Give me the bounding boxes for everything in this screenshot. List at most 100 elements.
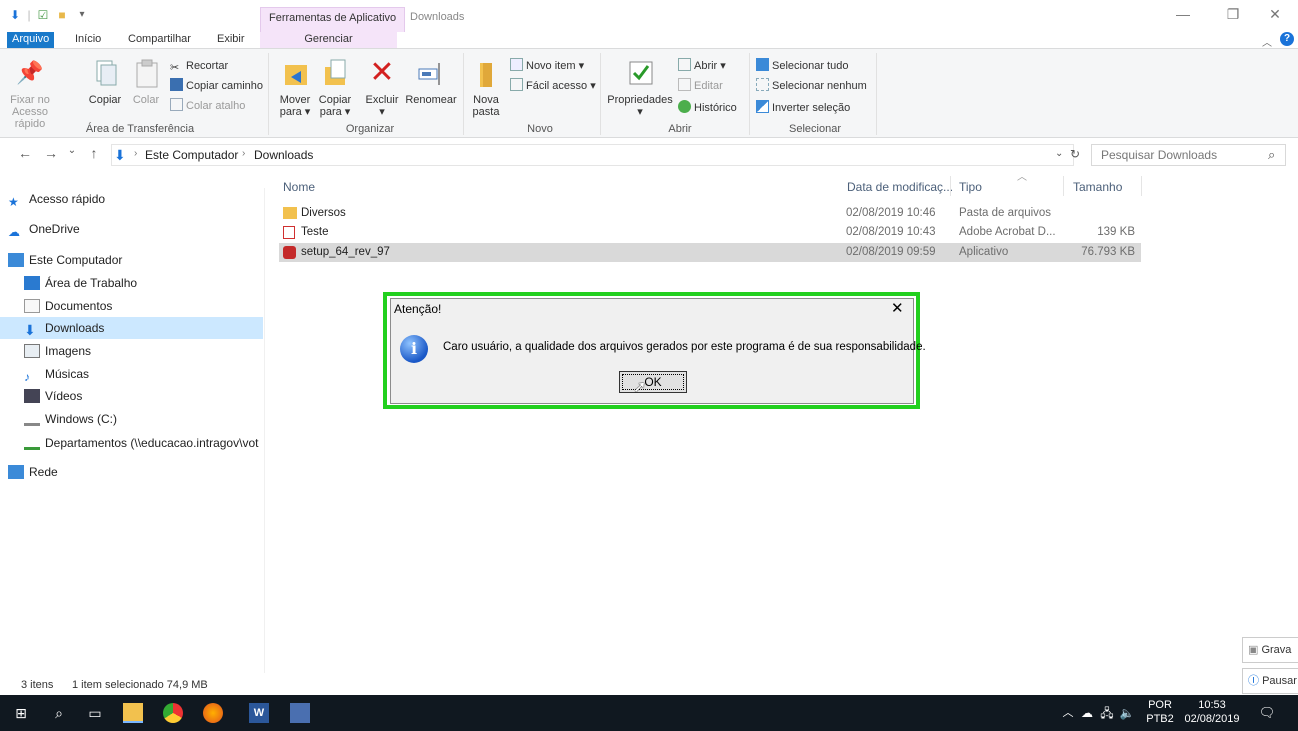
title-bar: ⬇ | ☑ ■ ▾ Ferramentas de Aplicativo Down… [0,0,1298,32]
select-all-label: Selecionar tudo [772,60,849,72]
sidebar-item-onedrive[interactable]: ☁ OneDrive [8,218,265,240]
file-row[interactable]: Diversos 02/08/2019 10:46 Pasta de arqui… [279,204,1141,223]
file-explorer-icon[interactable] [123,703,143,723]
network-tray-icon[interactable]: 🖧 [1097,703,1117,723]
dialog-close-icon[interactable]: ✕ [891,299,904,317]
file-row-selected[interactable]: setup_64_rev_97 02/08/2019 09:59 Aplicat… [279,243,1141,262]
search-icon[interactable]: ⌕ [1268,147,1275,163]
copy-to-button[interactable]: Copiar para ▾ [316,53,354,118]
select-none-button[interactable]: Selecionar nenhum [756,77,867,95]
sidebar-label: Vídeos [45,389,83,403]
rename-button[interactable]: Renomear [404,53,458,106]
maximize-icon[interactable]: ❐ [1210,6,1256,26]
chrome-icon[interactable] [163,703,183,723]
tool-tab-ferramentas[interactable]: Ferramentas de Aplicativo [260,7,406,32]
easy-access-button[interactable]: Fácil acesso ▾ [510,77,596,95]
search-icon[interactable]: ⌕ [49,703,69,723]
image-icon [24,344,40,358]
properties-button[interactable]: Propriedades ▾ [606,53,674,118]
column-divider[interactable] [950,176,951,196]
sidebar-item-downloads[interactable]: ⬇ Downloads [0,317,263,339]
folder-quick-icon[interactable]: ■ [55,8,69,22]
column-header-nome[interactable]: Nome [283,180,315,194]
column-header-tamanho[interactable]: Tamanho [1073,180,1122,194]
select-all-button[interactable]: Selecionar tudo [756,57,848,75]
ok-button[interactable]: OK [619,371,687,393]
paste-shortcut-button[interactable]: Colar atalho [170,97,245,115]
volume-icon[interactable]: 🔈 [1117,703,1137,723]
open-button[interactable]: Abrir ▾ [678,57,726,75]
back-arrow-icon[interactable]: ← [16,145,34,165]
new-item-button[interactable]: Novo item ▾ [510,57,584,75]
customize-toolbar-icon[interactable]: ▾ [75,8,89,22]
ribbon-separator [876,53,877,135]
help-icon[interactable]: ? [1280,32,1294,46]
tray-overflow-icon[interactable]: ︿ [1058,703,1078,723]
column-divider[interactable] [1141,176,1142,196]
app-icon[interactable] [290,703,310,723]
tab-gerenciar[interactable]: Gerenciar [260,32,397,48]
close-icon[interactable]: ✕ [1252,6,1298,26]
sidebar-label: Área de Trabalho [45,276,138,290]
file-row[interactable]: Teste 02/08/2019 10:43 Adobe Acrobat D..… [279,223,1141,242]
properties-quick-icon[interactable]: ⬇ [8,8,22,22]
notifications-icon[interactable]: 🗨 [1257,703,1277,723]
edit-button[interactable]: Editar [678,77,723,95]
history-button[interactable]: Histórico [678,99,737,117]
sidebar-item-imagens[interactable]: Imagens [8,340,265,362]
search-input[interactable]: Pesquisar Downloads ⌕ [1091,144,1286,166]
column-divider[interactable] [1063,176,1064,196]
pause-toast[interactable]: Ⓘ Pausar [1242,668,1298,694]
onedrive-tray-icon[interactable]: ☁ [1077,703,1097,723]
sidebar-item-videos[interactable]: Vídeos [8,385,265,407]
clock[interactable]: 10:53 02/08/2019 [1182,698,1242,726]
cut-button[interactable]: ✂ Recortar [170,57,228,75]
copy-path-button[interactable]: Copiar caminho [170,77,263,95]
word-icon[interactable]: W [249,703,269,723]
move-to-icon [279,57,311,89]
checkbox-quick-icon[interactable]: ☑ [36,8,50,22]
column-header-tipo[interactable]: Tipo [959,180,982,194]
breadcrumb-downloads[interactable]: Downloads [254,148,313,162]
invert-selection-button[interactable]: Inverter seleção [756,99,850,117]
address-dropdown-icon[interactable]: ⌄ [1055,148,1063,159]
recent-locations-icon[interactable]: ⌄ [63,145,81,165]
properties-label-2: ▾ [637,106,643,118]
collapse-ribbon-icon[interactable]: ︿ [1262,34,1272,49]
tab-arquivo[interactable]: Arquivo [7,32,55,48]
copy-button[interactable]: Copiar [86,53,124,106]
address-bar[interactable]: ⬇ › Este Computador › Downloads ⌄ [111,144,1074,166]
pin-quick-access-button[interactable]: 📌 Fixar no Acesso rápido [8,53,52,130]
breadcrumb-chevron-icon: › [134,148,138,159]
minimize-icon[interactable]: — [1160,6,1206,26]
network-drive-icon [24,436,40,450]
firefox-icon[interactable] [203,703,223,723]
forward-arrow-icon[interactable]: → [42,145,60,165]
sidebar-item-departamentos[interactable]: Departamentos (\\educacao.intragov\vot [8,432,265,454]
sidebar-item-musicas[interactable]: ♪ Músicas [8,363,265,385]
sidebar-item-windows-c[interactable]: Windows (C:) [8,408,265,430]
column-header-data[interactable]: Data de modificaç... [847,180,953,194]
paste-button[interactable]: Colar [131,53,161,106]
language-indicator[interactable]: POR PTB2 [1144,698,1176,726]
sidebar-item-acesso-rapido[interactable]: ★ Acesso rápido [8,188,265,210]
task-view-icon[interactable]: ▭ [85,703,105,723]
tab-exibir[interactable]: Exibir [210,32,252,48]
tab-compartilhar[interactable]: Compartilhar [121,32,198,48]
delete-button[interactable]: ✕ Excluir ▾ [362,53,402,119]
sidebar-item-area-de-trabalho[interactable]: Área de Trabalho [8,272,265,294]
sidebar-item-rede[interactable]: Rede [8,461,265,483]
properties-check-icon [624,57,656,89]
sidebar-label: Acesso rápido [29,192,106,206]
sidebar-item-este-computador[interactable]: Este Computador [8,249,265,271]
up-arrow-icon[interactable]: ↑ [85,145,103,165]
new-folder-button[interactable]: Nova pasta [468,53,504,118]
copy-icon [89,57,121,89]
breadcrumb-este-computador[interactable]: Este Computador [145,148,238,162]
sidebar-item-documentos[interactable]: Documentos [8,295,265,317]
windows-start-icon[interactable]: ⊞ [11,703,31,723]
refresh-icon[interactable]: ↻ [1070,147,1080,161]
tab-inicio[interactable]: Início [68,32,108,48]
recording-toast[interactable]: ▣ Grava [1242,637,1298,663]
move-to-button[interactable]: Mover para ▾ [276,53,314,118]
